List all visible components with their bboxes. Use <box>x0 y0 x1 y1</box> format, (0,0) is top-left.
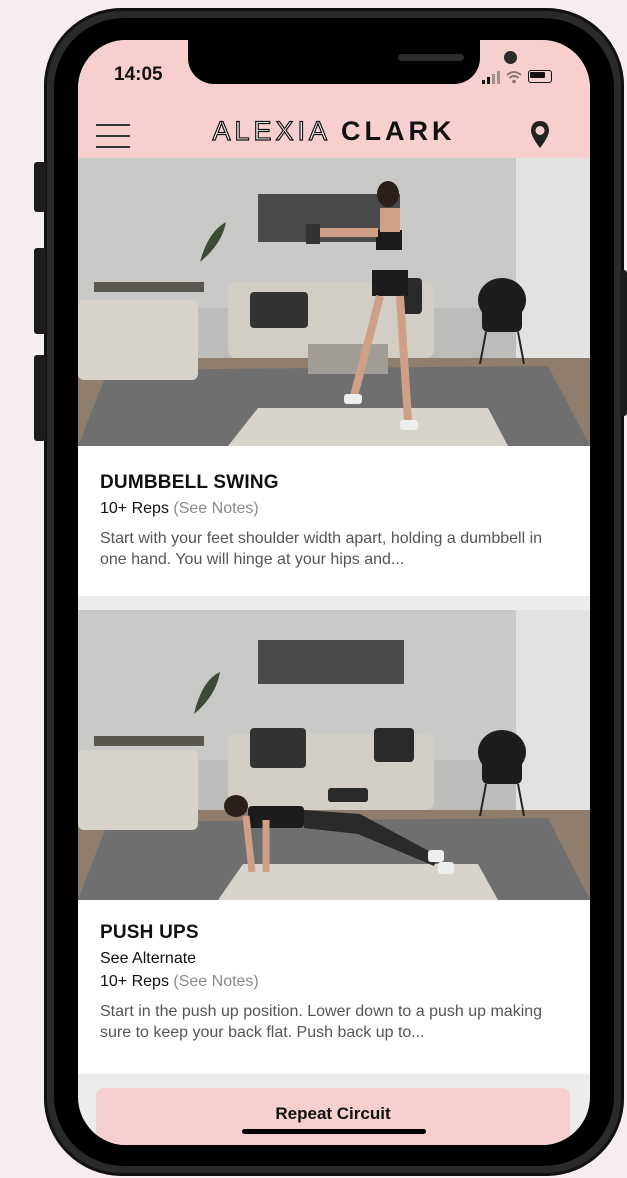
location-pin-icon[interactable] <box>529 120 551 150</box>
exercise-description: Start with your feet shoulder width apar… <box>100 530 543 568</box>
battery-icon <box>528 70 552 83</box>
app-screen: 14:05 ALEXIA CLARK DUMBBELL SWING 10+ Re… <box>78 40 590 1145</box>
see-alternate-link[interactable]: See Alternate <box>100 950 570 968</box>
exercise-details: PUSH UPS See Alternate 10+ Reps (See Not… <box>100 922 570 1043</box>
volume-down-button <box>34 355 46 441</box>
exercise-details: DUMBBELL SWING 10+ Reps (See Notes) Star… <box>100 472 570 570</box>
repeat-circuit-button[interactable]: Repeat Circuit <box>96 1088 570 1145</box>
exercise-description: Start in the push up position. Lower dow… <box>100 1003 543 1041</box>
status-time: 14:05 <box>114 64 163 85</box>
exercise-reps-line: 10+ Reps (See Notes) <box>100 500 570 518</box>
app-header: 14:05 ALEXIA CLARK <box>78 40 590 158</box>
exercise-reps: 10+ Reps <box>100 500 169 517</box>
exercise-title: PUSH UPS <box>100 922 199 943</box>
see-notes-link[interactable]: (See Notes) <box>173 973 258 990</box>
exercise-card[interactable]: DUMBBELL SWING 10+ Reps (See Notes) Star… <box>78 158 590 596</box>
brand-first-name: ALEXIA <box>212 115 330 146</box>
brand-logo: ALEXIA CLARK <box>78 115 590 147</box>
notch <box>188 40 517 84</box>
home-indicator[interactable] <box>242 1129 426 1134</box>
exercise-title: DUMBBELL SWING <box>100 472 279 493</box>
status-icons <box>482 64 552 84</box>
power-button <box>620 270 627 416</box>
front-camera <box>504 51 517 64</box>
exercise-reps: 10+ Reps <box>100 973 169 990</box>
exercise-video-thumbnail[interactable] <box>78 610 590 900</box>
see-notes-link[interactable]: (See Notes) <box>173 500 258 517</box>
cellular-signal-icon <box>482 70 500 84</box>
exercise-video-thumbnail[interactable] <box>78 158 590 446</box>
mute-switch <box>34 162 46 212</box>
speaker-grille <box>398 54 464 61</box>
exercise-reps-line: 10+ Reps (See Notes) <box>100 973 570 991</box>
volume-up-button <box>34 248 46 334</box>
exercise-card[interactable]: PUSH UPS See Alternate 10+ Reps (See Not… <box>78 610 590 1074</box>
brand-last-name: CLARK <box>341 116 456 146</box>
wifi-icon <box>506 71 522 84</box>
